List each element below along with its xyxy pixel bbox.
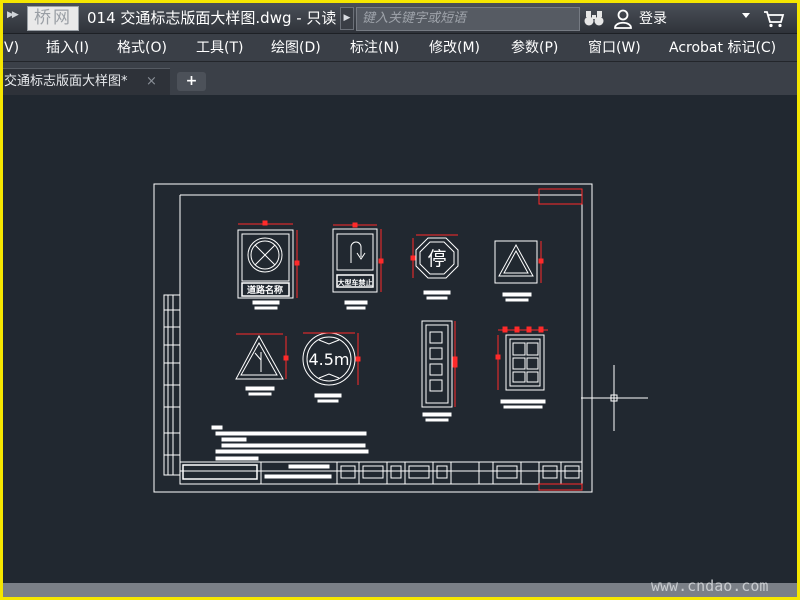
autocad-window: ▶▶ 桥网 014 交通标志版面大样图.dwg - 只读 ▶ 键入关键字或短语 …	[3, 3, 797, 597]
stop-label: 停	[427, 248, 446, 270]
watermark-logo: 桥网	[27, 6, 79, 31]
menu-tools[interactable]: 工具(T)	[196, 38, 243, 58]
search-placeholder: 键入关键字或短语	[362, 11, 467, 26]
menu-acrobat[interactable]: Acrobat 标记(C)	[669, 38, 776, 58]
sign-name-label: 道路名称	[247, 284, 283, 296]
user-icon[interactable]	[613, 9, 633, 29]
file-tab-label: 交通标志版面大样图*	[4, 74, 128, 89]
menu-window[interactable]: 窗口(W)	[588, 38, 641, 58]
login-link[interactable]: 登录	[639, 9, 667, 29]
search-expand-arrow-icon[interactable]: ▶	[340, 7, 354, 30]
menu-modify[interactable]: 修改(M)	[429, 38, 480, 58]
sign-warning-square	[494, 240, 538, 284]
drawing-svg: 道路名称 大型车禁止 停 4.5m	[153, 183, 648, 493]
menu-parameters[interactable]: 参数(P)	[511, 38, 558, 58]
quick-access-expand-icon[interactable]: ▶▶	[7, 10, 25, 26]
title-bar: ▶▶ 桥网 014 交通标志版面大样图.dwg - 只读 ▶ 键入关键字或短语 …	[3, 3, 797, 34]
file-tab-bar: 交通标志版面大样图* × +	[3, 62, 797, 95]
height-limit-label: 4.5m	[308, 350, 349, 369]
menu-dimension[interactable]: 标注(N)	[350, 38, 399, 58]
menu-insert[interactable]: 插入(I)	[46, 38, 89, 58]
window-title: 014 交通标志版面大样图.dwg - 只读	[87, 9, 337, 27]
u-turn-label: 大型车禁止	[338, 278, 373, 287]
menu-bar: V) 插入(I) 格式(O) 工具(T) 绘图(D) 标注(N) 修改(M) 参…	[3, 34, 797, 62]
file-tab[interactable]: 交通标志版面大样图* ×	[3, 68, 170, 95]
chevron-down-icon[interactable]	[742, 13, 750, 18]
menu-format[interactable]: 格式(O)	[117, 38, 167, 58]
binoculars-icon[interactable]	[583, 9, 605, 29]
watermark-text: www.cndao.com	[651, 577, 769, 595]
drawing-canvas[interactable]: 道路名称 大型车禁止 停 4.5m	[3, 95, 797, 583]
cart-icon[interactable]	[763, 10, 785, 28]
close-icon[interactable]: ×	[146, 73, 157, 91]
sheet-outer-border	[153, 183, 593, 493]
add-tab-button[interactable]: +	[177, 72, 206, 91]
menu-view[interactable]: V)	[4, 38, 19, 58]
crosshair-cursor-icon	[581, 365, 648, 431]
menu-draw[interactable]: 绘图(D)	[271, 38, 321, 58]
search-input[interactable]: 键入关键字或短语	[356, 7, 580, 31]
